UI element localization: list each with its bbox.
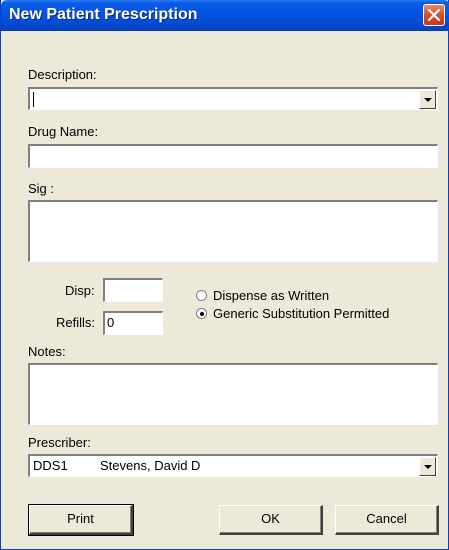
prescriber-label: Prescriber: [28,435,91,450]
disp-input[interactable] [103,278,163,302]
ok-button[interactable]: OK [219,505,323,535]
refills-value: 0 [107,315,115,330]
generic-substitution-radio[interactable]: Generic Substitution Permitted [196,306,436,323]
refills-label: Refills: [56,315,96,330]
refills-input[interactable]: 0 [103,311,163,335]
print-button[interactable]: Print [28,504,134,536]
prescriber-code: DDS1 [33,458,68,473]
notes-label: Notes: [28,344,66,359]
radio-button-unchecked[interactable] [196,290,207,301]
drug-name-label: Drug Name: [28,124,99,139]
dispense-as-written-radio[interactable]: Dispense as Written [196,288,436,305]
generic-substitution-label: Generic Substitution Permitted [213,306,390,321]
dispense-as-written-label: Dispense as Written [213,288,330,303]
close-button[interactable] [423,4,445,26]
dialog-window: New Patient Prescription Description: Dr… [0,0,449,550]
cancel-button[interactable]: Cancel [335,505,439,535]
close-icon [428,9,440,21]
title-bar[interactable]: New Patient Prescription [1,0,449,31]
window-title: New Patient Prescription [9,6,198,23]
sig-textarea[interactable] [28,200,438,262]
description-label: Description: [28,67,97,82]
notes-textarea[interactable] [28,363,438,425]
prescriber-name: Stevens, David D [100,458,201,473]
description-combobox[interactable] [28,87,438,110]
chevron-down-icon[interactable] [419,457,436,476]
disp-label: Disp: [65,283,95,298]
sig-label: Sig : [28,181,55,196]
prescriber-combobox[interactable]: DDS1 Stevens, David D [28,454,438,477]
drug-name-input[interactable] [28,144,438,168]
radio-button-checked[interactable] [196,308,207,319]
chevron-down-icon[interactable] [419,90,436,109]
text-cursor [33,92,34,107]
